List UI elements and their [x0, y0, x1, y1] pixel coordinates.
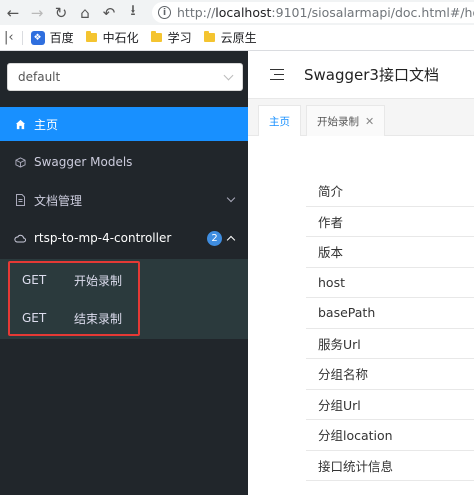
bookmark-label: 云原生	[220, 31, 257, 45]
sidebar-item-home[interactable]: 主页	[0, 107, 248, 141]
folder-icon	[203, 31, 215, 42]
bookmarks-bar: |‹ ❖ 百度 中石化 学习 云原生	[0, 25, 474, 51]
sidebar-item-label: rtsp-to-mp-4-controller	[34, 231, 172, 245]
http-method: GET	[22, 311, 47, 325]
collapse-menu-icon[interactable]	[270, 68, 284, 81]
info-row-host: host	[306, 268, 474, 298]
info-row-service-url: 服务Url	[306, 329, 474, 359]
url-scheme: http://	[177, 5, 216, 20]
browser-toolbar: ← → ↻ ⌂ ↶ ⭳ i http://localhost:9101/sios…	[0, 0, 474, 25]
info-row-api-stats: 接口统计信息	[306, 451, 474, 481]
api-item-stop-recording[interactable]: GET 结束录制	[0, 299, 248, 337]
home-icon	[14, 119, 26, 130]
info-row-group-location: 分组location	[306, 420, 474, 451]
bookmark-label: 中石化	[102, 31, 139, 45]
tab-label: 开始录制	[317, 115, 359, 128]
chevron-down-icon	[223, 70, 234, 80]
group-select-value: default	[18, 70, 61, 84]
chevron-up-icon	[226, 235, 236, 245]
info-table: 简介 作者 版本 host basePath 服务Url 分组名称 分组Url …	[306, 176, 474, 481]
api-item-start-recording[interactable]: GET 开始录制	[0, 261, 248, 299]
tab-home[interactable]: 主页	[258, 105, 301, 136]
main-header: Swagger3接口文档	[248, 51, 474, 99]
folder-icon	[150, 31, 162, 42]
count-badge: 2	[207, 231, 222, 246]
http-method: GET	[22, 273, 47, 287]
chevron-down-icon	[226, 193, 236, 203]
baidu-icon: ❖	[30, 30, 45, 45]
info-row-basepath: basePath	[306, 298, 474, 329]
bookmark-label: 学习	[167, 31, 192, 45]
download-icon[interactable]: ⭳	[122, 1, 144, 24]
side-panel-icon[interactable]: |‹	[4, 30, 14, 45]
folder-icon	[85, 31, 97, 42]
cloud-icon	[14, 234, 26, 243]
sidebar: default 主页 Swagger Models 文档管理 rtsp-to-m…	[0, 51, 248, 495]
api-name: 开始录制	[74, 273, 123, 288]
url-path: :9101/siosalarmapi/doc.html#/home	[271, 5, 474, 20]
sidebar-item-label: 文档管理	[34, 193, 83, 208]
home-page-icon[interactable]: ⌂	[74, 2, 96, 24]
info-row-author: 作者	[306, 207, 474, 237]
bookmark-baidu[interactable]: ❖ 百度	[30, 29, 74, 46]
bookmark-divider	[21, 30, 23, 45]
page-title: Swagger3接口文档	[304, 66, 439, 84]
info-row-version: 版本	[306, 237, 474, 268]
controller-submenu: GET 开始录制 GET 结束录制	[0, 259, 248, 339]
site-info-icon[interactable]: i	[158, 6, 171, 19]
url-host: localhost	[215, 5, 272, 20]
sidebar-item-doc-management[interactable]: 文档管理	[0, 183, 248, 217]
document-icon	[14, 194, 26, 206]
sidebar-item-label: Swagger Models	[34, 155, 133, 169]
reload-icon[interactable]: ↻	[50, 2, 72, 24]
group-select[interactable]: default	[7, 63, 243, 91]
bookmark-study[interactable]: 学习	[150, 29, 192, 46]
info-row-intro: 简介	[306, 176, 474, 207]
tab-bar: 主页 开始录制 ✕	[248, 99, 474, 136]
tab-start-recording[interactable]: 开始录制 ✕	[306, 105, 386, 136]
sidebar-item-controller[interactable]: rtsp-to-mp-4-controller 2	[0, 221, 248, 255]
bookmark-cloud-native[interactable]: 云原生	[203, 29, 257, 46]
undo-icon[interactable]: ↶	[98, 2, 120, 24]
address-bar[interactable]: i http://localhost:9101/siosalarmapi/doc…	[152, 2, 474, 23]
info-row-group-name: 分组名称	[306, 359, 474, 390]
info-row-group-url: 分组Url	[306, 390, 474, 420]
bookmark-label: 百度	[49, 31, 74, 45]
forward-arrow-icon[interactable]: →	[26, 2, 48, 24]
back-arrow-icon[interactable]: ←	[2, 2, 24, 24]
sidebar-item-label: 主页	[34, 117, 59, 132]
close-icon[interactable]: ✕	[365, 115, 374, 128]
cube-icon	[14, 156, 26, 168]
bookmark-sinopec[interactable]: 中石化	[85, 29, 139, 46]
main-panel: Swagger3接口文档 主页 开始录制 ✕ 简介 作者 版本 host bas…	[248, 51, 474, 495]
api-name: 结束录制	[74, 311, 123, 326]
tab-label: 主页	[269, 115, 290, 128]
sidebar-item-swagger-models[interactable]: Swagger Models	[0, 145, 248, 179]
